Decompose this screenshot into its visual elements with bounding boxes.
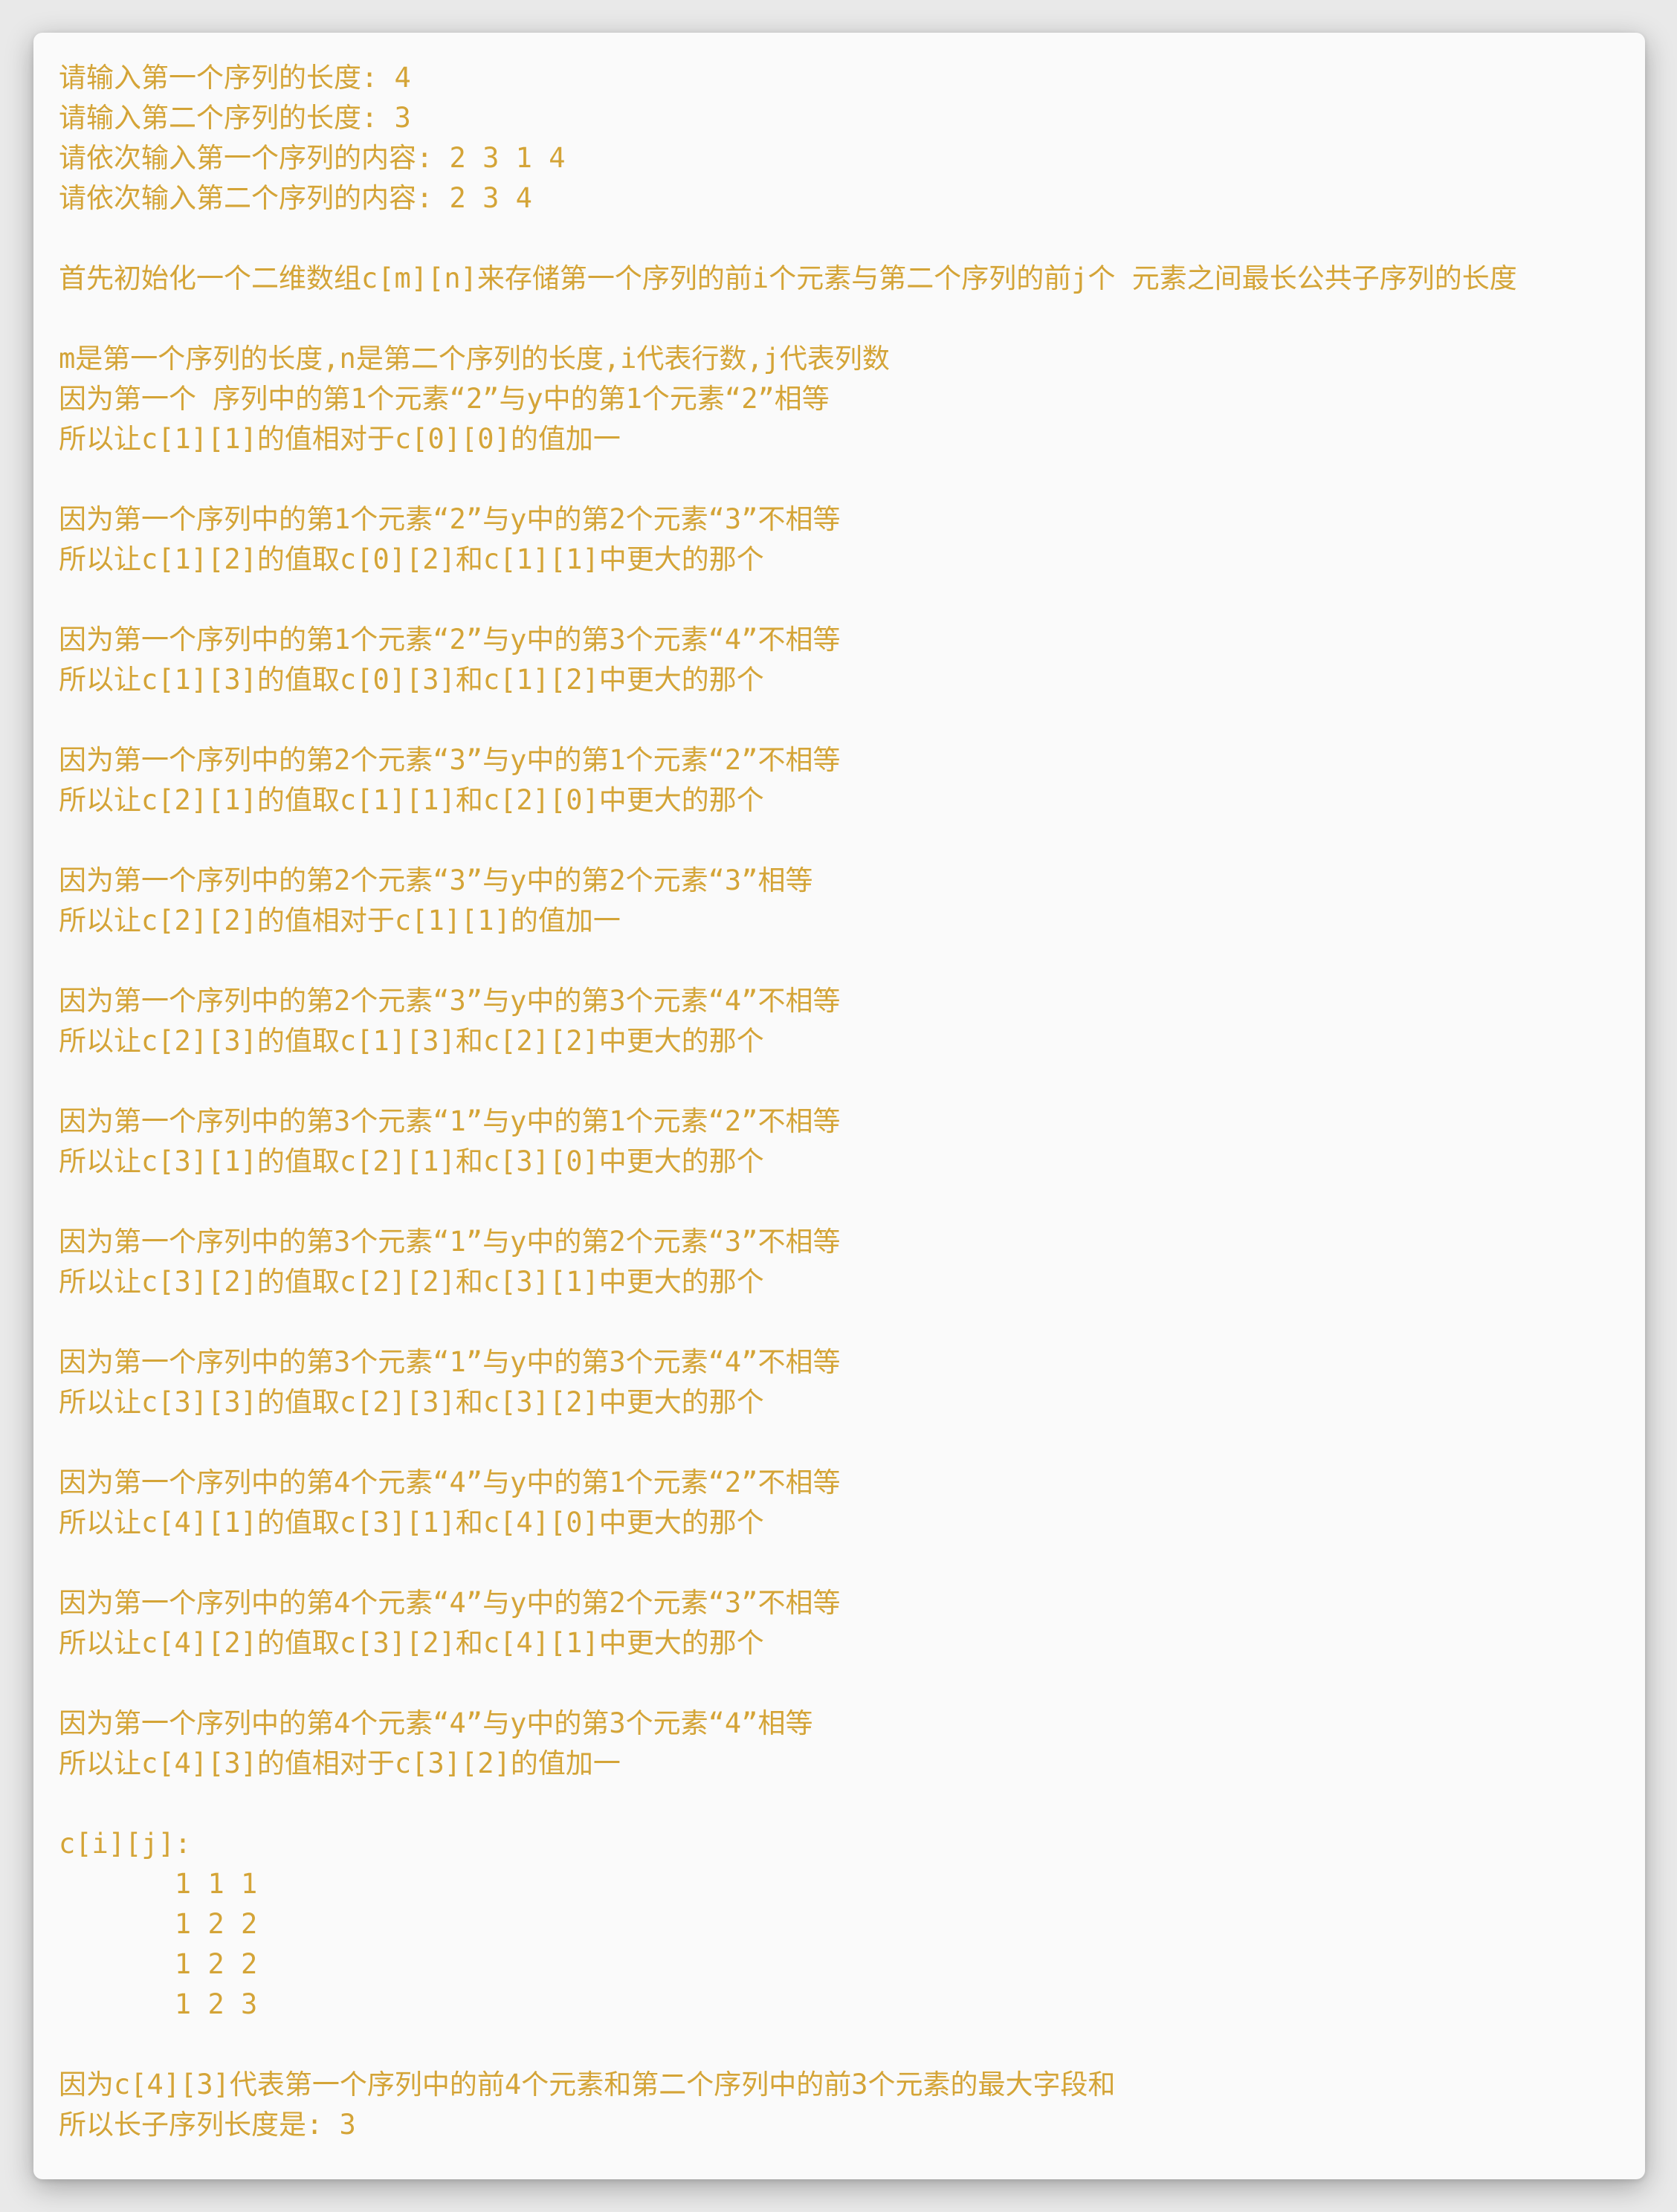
- step-so-line: 所以让c[3][1]的值取c[2][1]和c[3][0]中更大的那个: [59, 1145, 764, 1177]
- conclusion-line: 因为c[4][3]代表第一个序列中的前4个元素和第二个序列中的前3个元素的最大字…: [59, 2069, 1116, 2101]
- step-because-line: 因为第一个序列中的第2个元素“3”与y中的第1个元素“2”不相等: [59, 744, 841, 776]
- step-so-line: 所以让c[4][2]的值取c[3][2]和c[4][1]中更大的那个: [59, 1627, 764, 1659]
- step-because-line: 因为第一个序列中的第1个元素“2”与y中的第2个元素“3”不相等: [59, 503, 841, 535]
- step-because-line: 因为第一个 序列中的第1个元素“2”与y中的第1个元素“2”相等: [59, 383, 830, 415]
- step-so-line: 所以让c[1][3]的值取c[0][3]和c[1][2]中更大的那个: [59, 664, 764, 696]
- step-so-line: 所以让c[4][1]的值取c[3][1]和c[4][0]中更大的那个: [59, 1507, 764, 1539]
- legend-line: m是第一个序列的长度,n是第二个序列的长度,i代表行数,j代表列数: [59, 343, 890, 375]
- step-because-line: 因为第一个序列中的第4个元素“4”与y中的第2个元素“3”不相等: [59, 1587, 841, 1619]
- step-so-line: 所以让c[4][3]的值相对于c[3][2]的值加一: [59, 1747, 621, 1779]
- step-because-line: 因为第一个序列中的第2个元素“3”与y中的第2个元素“3”相等: [59, 864, 813, 896]
- step-so-line: 所以让c[1][2]的值取c[0][2]和c[1][1]中更大的那个: [59, 543, 764, 575]
- console-window: 请输入第一个序列的长度: 4 请输入第二个序列的长度: 3 请依次输入第一个序列…: [33, 33, 1645, 2179]
- matrix-row: 1 1 1: [59, 1868, 258, 1900]
- matrix-row: 1 2 3: [59, 1988, 258, 2020]
- step-so-line: 所以让c[2][1]的值取c[1][1]和c[2][0]中更大的那个: [59, 784, 764, 816]
- step-so-line: 所以让c[1][1]的值相对于c[0][0]的值加一: [59, 423, 621, 455]
- step-so-line: 所以让c[2][2]的值相对于c[1][1]的值加一: [59, 905, 621, 937]
- input-line: 请依次输入第二个序列的内容: 2 3 4: [59, 182, 532, 214]
- matrix-row: 1 2 2: [59, 1908, 258, 1940]
- intro-line: 首先初始化一个二维数组c[m][n]来存储第一个序列的前i个元素与第二个序列的前…: [59, 262, 1517, 294]
- step-because-line: 因为第一个序列中的第3个元素“1”与y中的第3个元素“4”不相等: [59, 1346, 841, 1378]
- input-line: 请输入第一个序列的长度: 4: [59, 62, 411, 94]
- input-line: 请依次输入第一个序列的内容: 2 3 1 4: [59, 142, 566, 174]
- step-because-line: 因为第一个序列中的第4个元素“4”与y中的第3个元素“4”相等: [59, 1707, 813, 1739]
- result-line: 所以长子序列长度是: 3: [59, 2109, 356, 2141]
- step-because-line: 因为第一个序列中的第3个元素“1”与y中的第2个元素“3”不相等: [59, 1226, 841, 1258]
- step-because-line: 因为第一个序列中的第1个元素“2”与y中的第3个元素“4”不相等: [59, 624, 841, 656]
- step-because-line: 因为第一个序列中的第4个元素“4”与y中的第1个元素“2”不相等: [59, 1466, 841, 1498]
- console-output: 请输入第一个序列的长度: 4 请输入第二个序列的长度: 3 请依次输入第一个序列…: [59, 58, 1630, 2145]
- step-because-line: 因为第一个序列中的第2个元素“3”与y中的第3个元素“4”不相等: [59, 985, 841, 1017]
- step-because-line: 因为第一个序列中的第3个元素“1”与y中的第1个元素“2”不相等: [59, 1105, 841, 1137]
- matrix-label: c[i][j]:: [59, 1828, 192, 1860]
- step-so-line: 所以让c[2][3]的值取c[1][3]和c[2][2]中更大的那个: [59, 1025, 764, 1057]
- matrix-row: 1 2 2: [59, 1948, 258, 1980]
- step-so-line: 所以让c[3][3]的值取c[2][3]和c[3][2]中更大的那个: [59, 1386, 764, 1418]
- step-so-line: 所以让c[3][2]的值取c[2][2]和c[3][1]中更大的那个: [59, 1266, 764, 1298]
- input-line: 请输入第二个序列的长度: 3: [59, 102, 411, 134]
